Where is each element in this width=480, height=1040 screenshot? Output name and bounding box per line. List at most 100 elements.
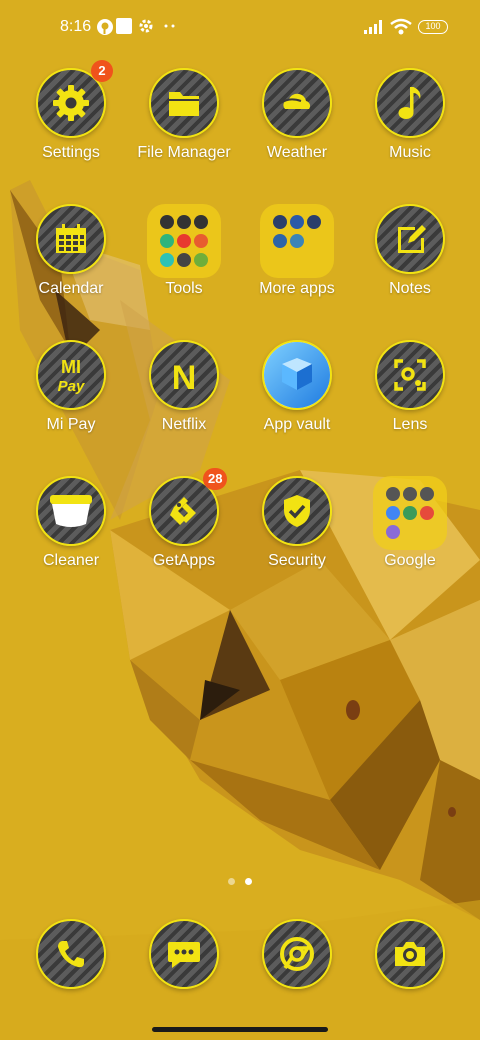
app-settings[interactable]: 2 Settings bbox=[15, 60, 127, 184]
folder-icon bbox=[169, 92, 199, 116]
app-label: File Manager bbox=[137, 144, 231, 161]
lens-app-icon bbox=[375, 340, 445, 410]
mi-pay-top-text: MI bbox=[61, 357, 81, 377]
app-label: Lens bbox=[392, 416, 428, 433]
dock-phone[interactable] bbox=[15, 919, 127, 993]
folder-google[interactable]: Google bbox=[354, 476, 466, 592]
tool-icon bbox=[160, 215, 174, 229]
tools-folder-icon bbox=[147, 204, 221, 278]
cleaner-app-icon bbox=[36, 476, 106, 546]
gear-icon bbox=[139, 19, 153, 33]
facebook-icon bbox=[290, 215, 304, 229]
netflix-icon: N bbox=[172, 359, 197, 395]
app-mini-icon bbox=[307, 215, 321, 229]
netflix-app-icon: N bbox=[149, 340, 219, 410]
dock-chrome[interactable] bbox=[241, 919, 353, 993]
app-music[interactable]: Music bbox=[354, 68, 466, 184]
cleaner-icon bbox=[50, 495, 92, 527]
square-icon bbox=[116, 18, 132, 34]
photos-icon bbox=[386, 525, 400, 539]
gmail-icon bbox=[403, 487, 417, 501]
app-label: Mi Pay bbox=[46, 416, 96, 433]
mi-pay-bottom-text: Pay bbox=[58, 378, 85, 395]
tool-icon bbox=[194, 215, 208, 229]
battery-icon: 100 bbox=[418, 20, 448, 34]
tool-icon bbox=[177, 215, 191, 229]
page-dot-2-current[interactable] bbox=[245, 878, 252, 885]
camera-icon bbox=[395, 942, 425, 966]
shield-icon bbox=[284, 495, 310, 527]
app-app-vault[interactable]: App vault bbox=[241, 340, 353, 456]
weather-app-icon bbox=[262, 68, 332, 138]
tool-icon bbox=[194, 234, 208, 248]
notes-app-icon bbox=[375, 204, 445, 274]
folder-tools[interactable]: Tools bbox=[128, 204, 240, 320]
more-dots-icon bbox=[164, 24, 175, 28]
app-cleaner[interactable]: Cleaner bbox=[15, 476, 127, 592]
chrome-icon bbox=[280, 937, 314, 971]
google-folder-icon bbox=[373, 476, 447, 550]
pinterest-icon bbox=[97, 19, 113, 35]
app-mi-pay[interactable]: MI Pay Mi Pay bbox=[15, 340, 127, 456]
folder-more-apps[interactable]: More apps bbox=[241, 204, 353, 320]
status-time: 8:16 bbox=[60, 18, 92, 35]
dock-messages[interactable] bbox=[128, 919, 240, 993]
wifi-icon bbox=[390, 18, 412, 35]
mi-pay-icon: MI Pay bbox=[58, 357, 85, 395]
folder-label: Tools bbox=[165, 280, 203, 297]
meet-icon bbox=[403, 506, 417, 520]
mi-pay-app-icon: MI Pay bbox=[36, 340, 106, 410]
more-apps-folder-icon bbox=[260, 204, 334, 278]
app-label: Settings bbox=[42, 144, 100, 161]
app-label: Notes bbox=[389, 280, 431, 297]
app-label: Cleaner bbox=[42, 552, 100, 569]
app-label: GetApps bbox=[152, 552, 216, 569]
app-mini-icon bbox=[290, 234, 304, 248]
tool-icon bbox=[177, 234, 191, 248]
weather-icon bbox=[280, 93, 311, 109]
app-label: Security bbox=[268, 552, 326, 569]
app-weather[interactable]: Weather bbox=[241, 68, 353, 184]
signal-icon bbox=[364, 20, 382, 34]
app-vault-app-icon bbox=[262, 340, 332, 410]
folder-label: Google bbox=[384, 552, 436, 569]
app-lens[interactable]: Lens bbox=[354, 340, 466, 456]
home-indicator[interactable] bbox=[152, 1027, 328, 1032]
camera-app-icon bbox=[375, 919, 445, 989]
battery-level: 100 bbox=[425, 21, 441, 31]
app-netflix[interactable]: N Netflix bbox=[128, 340, 240, 456]
app-security[interactable]: Security bbox=[241, 476, 353, 592]
calendar-icon bbox=[56, 224, 86, 253]
chrome-app-icon bbox=[262, 919, 332, 989]
app-calendar[interactable]: Calendar bbox=[15, 204, 127, 320]
calendar-app-icon bbox=[36, 204, 106, 274]
gear-icon bbox=[53, 85, 89, 121]
notification-badge: 28 bbox=[203, 468, 228, 490]
messages-app-icon bbox=[149, 919, 219, 989]
page-dot-1[interactable] bbox=[228, 878, 235, 885]
tool-icon bbox=[160, 234, 174, 248]
google-app-icon bbox=[386, 506, 400, 520]
messages-icon bbox=[168, 942, 200, 968]
app-label: App vault bbox=[263, 416, 331, 433]
status-bar: 8:16 100 bbox=[0, 0, 480, 56]
netflix-glyph: N bbox=[172, 359, 197, 395]
phone-app-icon bbox=[36, 919, 106, 989]
google-search-icon bbox=[386, 487, 400, 501]
app-label: Netflix bbox=[161, 416, 207, 433]
app-notes[interactable]: Notes bbox=[354, 204, 466, 320]
notes-icon bbox=[398, 225, 426, 253]
notification-badge: 2 bbox=[91, 60, 113, 82]
folder-label: More apps bbox=[259, 280, 335, 297]
drive-icon bbox=[420, 506, 434, 520]
dock-camera[interactable] bbox=[354, 919, 466, 993]
linkedin-icon bbox=[273, 234, 287, 248]
app-file-manager[interactable]: File Manager bbox=[128, 68, 240, 184]
maps-icon bbox=[420, 487, 434, 501]
file-manager-app-icon bbox=[149, 68, 219, 138]
getapps-icon bbox=[170, 497, 196, 525]
app-getapps[interactable]: 28 GetApps bbox=[128, 468, 240, 592]
app-label: Calendar bbox=[38, 280, 104, 297]
app-vault-icon bbox=[264, 342, 330, 408]
lens-icon bbox=[394, 359, 426, 391]
